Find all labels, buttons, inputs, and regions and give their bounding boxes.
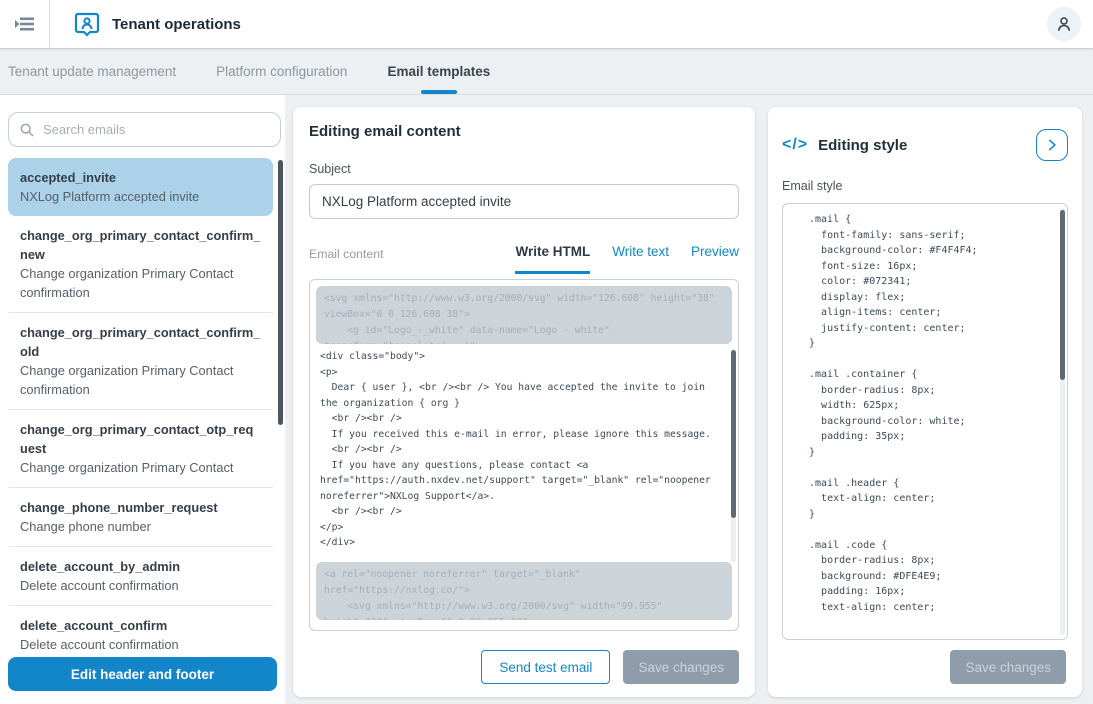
email-style-label: Email style	[782, 179, 1068, 193]
css-editor-scrollbar[interactable]	[1060, 208, 1065, 635]
user-avatar-button[interactable]	[1047, 7, 1081, 41]
list-item-change-phone-number-request[interactable]: change_phone_number_request Change phone…	[8, 488, 273, 547]
email-content-label: Email content	[309, 247, 384, 265]
list-item-change-org-primary-contact-confirm-new[interactable]: change_org_primary_contact_confirm_new C…	[8, 216, 273, 313]
tab-write-text[interactable]: Write text	[612, 244, 669, 265]
list-item-accepted-invite[interactable]: accepted_invite NXLog Platform accepted …	[8, 158, 273, 216]
content-panel-title: Editing email content	[309, 123, 739, 140]
style-panel-title: Editing style	[818, 137, 907, 154]
menu-open-icon	[13, 12, 37, 36]
save-style-changes-button[interactable]: Save changes	[950, 650, 1066, 684]
subject-label: Subject	[309, 162, 739, 176]
email-body-code-editor[interactable]: <div class="body"> <p> Dear { user }, <b…	[316, 344, 732, 562]
active-tab-underline	[421, 90, 457, 94]
css-editor[interactable]: .mail { font-family: sans-serif; backgro…	[782, 203, 1068, 640]
person-icon	[1055, 15, 1073, 33]
editing-style-panel: </> Editing style Email style .mail { fo…	[768, 107, 1082, 697]
email-template-sidebar: accepted_invite NXLog Platform accepted …	[0, 95, 285, 704]
css-code-content[interactable]: .mail { font-family: sans-serif; backgro…	[797, 212, 1061, 631]
list-item-change-org-primary-contact-confirm-old[interactable]: change_org_primary_contact_confirm_old C…	[8, 313, 273, 410]
section-tab-bar: Tenant update management Platform config…	[0, 48, 1093, 95]
css-scrollbar-thumb[interactable]	[1060, 210, 1065, 380]
search-emails-box[interactable]	[8, 112, 281, 147]
save-changes-button[interactable]: Save changes	[623, 650, 739, 684]
editor-scrollbar-thumb[interactable]	[731, 350, 736, 518]
tab-email-templates[interactable]: Email templates	[387, 48, 490, 94]
editor-scrollbar[interactable]	[731, 350, 736, 562]
sidebar-scrollbar[interactable]	[278, 160, 283, 650]
page-title: Tenant operations	[112, 16, 241, 33]
readonly-footer-code: <a rel="noopener noreferrer" target="_bl…	[316, 562, 732, 620]
tenant-badge-icon	[74, 11, 100, 37]
search-emails-input[interactable]	[43, 122, 270, 137]
editor-mode-tabs: Write HTML Write text Preview	[515, 244, 739, 265]
sidebar-toggle-button[interactable]	[0, 0, 50, 48]
html-editor[interactable]: <svg xmlns="http://www.w3.org/2000/svg" …	[309, 279, 739, 631]
list-item-delete-account-by-admin[interactable]: delete_account_by_admin Delete account c…	[8, 547, 273, 606]
chevron-right-icon	[1045, 138, 1059, 152]
tab-platform-configuration[interactable]: Platform configuration	[216, 48, 347, 94]
top-bar: Tenant operations	[0, 0, 1093, 48]
editing-email-content-panel: Editing email content Subject Email cont…	[293, 107, 755, 697]
edit-header-and-footer-button[interactable]: Edit header and footer	[8, 657, 277, 691]
subject-input[interactable]	[309, 184, 739, 219]
readonly-header-code: <svg xmlns="http://www.w3.org/2000/svg" …	[316, 286, 732, 344]
search-icon	[19, 122, 35, 138]
list-item-change-org-primary-contact-otp-request[interactable]: change_org_primary_contact_otp_request C…	[8, 410, 273, 488]
list-item-delete-account-confirm[interactable]: delete_account_confirm Delete account co…	[8, 606, 273, 658]
tab-preview[interactable]: Preview	[691, 244, 739, 265]
tab-write-html[interactable]: Write HTML	[515, 244, 590, 265]
send-test-email-button[interactable]: Send test email	[481, 650, 610, 684]
tab-tenant-update-management[interactable]: Tenant update management	[8, 48, 176, 94]
code-icon: </>	[782, 136, 808, 154]
template-list: accepted_invite NXLog Platform accepted …	[0, 158, 285, 658]
collapse-panel-button[interactable]	[1036, 129, 1068, 161]
sidebar-scrollbar-thumb[interactable]	[278, 160, 283, 425]
